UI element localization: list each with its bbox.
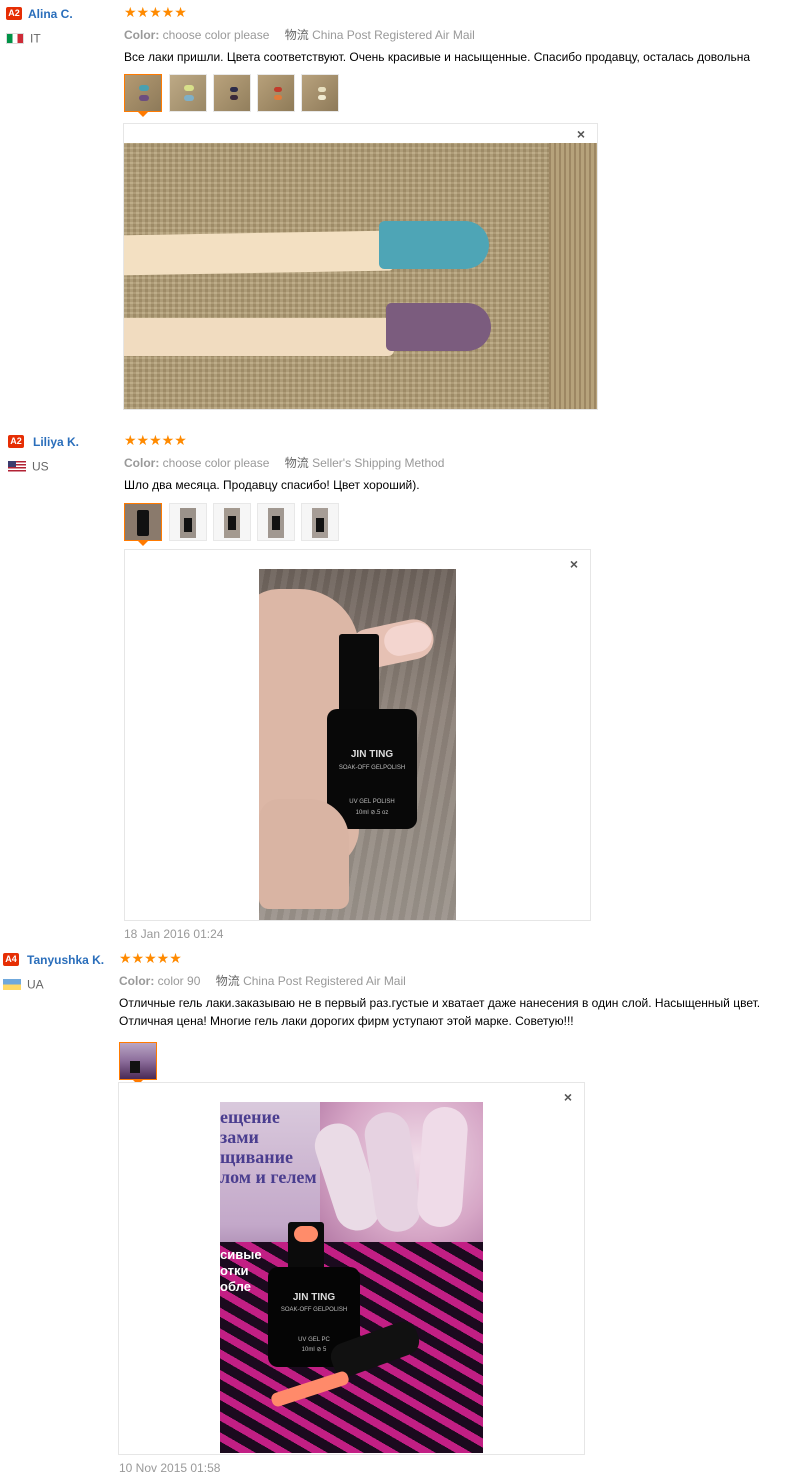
- photo-thumbnail[interactable]: [301, 74, 339, 112]
- buyer-info: A2 Alina C. IT: [6, 5, 121, 45]
- review-content: ★★★★★ Color: choose color please 物流 Chin…: [124, 4, 800, 117]
- review-text: Отличные гель лаки.заказываю не в первый…: [119, 994, 800, 1030]
- review-photo[interactable]: JIN TING SOAK-OFF GELPOLISH UV GEL POLIS…: [259, 569, 456, 920]
- poster-text: ещение: [220, 1107, 280, 1127]
- poster-text: щивание: [220, 1147, 294, 1167]
- review-text: Шло два месяца. Продавцу спасибо! Цвет х…: [124, 478, 420, 492]
- buyer-country: US: [8, 460, 123, 473]
- bottle-label: UV GEL POLISH: [349, 799, 395, 805]
- order-info: Color: color 90 物流 China Post Registered…: [119, 973, 800, 989]
- buyer-level-badge: A2: [8, 435, 24, 449]
- photo-thumbnail[interactable]: [169, 503, 207, 541]
- review-date: 18 Jan 2016 01:24: [124, 927, 224, 941]
- photo-thumbnail[interactable]: [213, 503, 251, 541]
- italy-flag-icon: [6, 33, 24, 45]
- photo-thumbnail[interactable]: [257, 74, 295, 112]
- buyer-info: A2 Liliya K. US: [8, 433, 123, 473]
- shipping-method: Seller's Shipping Method: [312, 456, 445, 470]
- shipping-label: 物流: [284, 28, 309, 42]
- photo-thumbnails: [119, 1042, 800, 1085]
- buyer-level-badge: A2: [6, 7, 22, 21]
- ukraine-flag-icon: [3, 979, 21, 991]
- review-item: A2 Liliya K. US ★★★★★ Color: choose color…: [0, 433, 800, 943]
- review-date: 10 Nov 2015 01:58: [119, 1461, 221, 1475]
- brand-logo: JIN TING: [350, 749, 394, 760]
- buyer-info: A4 Tanyushka K. UA: [3, 951, 118, 991]
- buyer-name[interactable]: Liliya K.: [33, 435, 79, 449]
- close-icon[interactable]: ×: [570, 556, 578, 572]
- photo-thumbnail[interactable]: [124, 503, 162, 541]
- buyer-country: IT: [6, 32, 121, 45]
- buyer-name[interactable]: Alina C.: [28, 7, 73, 21]
- poster-text: лом и гелем: [220, 1167, 317, 1187]
- review-content: ★★★★★ Color: choose color please 物流 Sell…: [124, 432, 800, 546]
- usa-flag-icon: [8, 461, 26, 473]
- review-text-line: Отличная цена! Многие гель лаки дорогих …: [119, 1014, 574, 1028]
- close-icon[interactable]: ×: [577, 126, 585, 142]
- buyer-country: UA: [3, 978, 118, 991]
- bottle-label: SOAK-OFF GELPOLISH: [280, 1307, 348, 1313]
- photo-thumbnail[interactable]: [124, 74, 162, 112]
- color-label: Color:: [124, 28, 160, 42]
- review-text-line: Отличные гель лаки.заказываю не в первый…: [119, 996, 761, 1010]
- shipping-method: China Post Registered Air Mail: [312, 28, 475, 42]
- color-label: Color:: [124, 456, 160, 470]
- photo-thumbnail[interactable]: [119, 1042, 157, 1080]
- buyer-name[interactable]: Tanyushka K.: [27, 953, 104, 967]
- order-info: Color: choose color please 物流 Seller's S…: [124, 455, 800, 471]
- review-item: A2 Alina C. IT ★★★★★ Color: choose color …: [0, 5, 800, 410]
- photo-viewer: ×: [123, 123, 598, 410]
- country-code: US: [32, 459, 49, 474]
- review-content: ★★★★★ Color: color 90 物流 China Post Regi…: [119, 950, 800, 1085]
- photo-thumbnail[interactable]: [257, 503, 295, 541]
- shipping-method: China Post Registered Air Mail: [243, 974, 406, 988]
- color-value: color 90: [157, 974, 201, 988]
- photo-thumbnail[interactable]: [169, 74, 207, 112]
- poster-text: сивые: [220, 1247, 262, 1262]
- photo-thumbnails: [124, 74, 800, 117]
- photo-viewer: × JIN TING SOAK-OFF GELPOLISH UV GEL POL…: [124, 549, 591, 921]
- poster-text: зами: [220, 1127, 259, 1147]
- photo-viewer: × ещение зами щивание лом и гелем сивые …: [118, 1082, 585, 1455]
- shipping-label: 物流: [215, 974, 240, 988]
- photo-thumbnails: [124, 503, 800, 546]
- star-rating: ★★★★★: [119, 950, 182, 966]
- close-icon[interactable]: ×: [564, 1089, 572, 1105]
- review-photo[interactable]: [124, 143, 597, 409]
- star-rating: ★★★★★: [124, 432, 187, 448]
- active-thumbnail-arrow: [138, 112, 148, 117]
- country-code: IT: [30, 31, 41, 46]
- photo-thumbnail[interactable]: [213, 74, 251, 112]
- star-rating: ★★★★★: [124, 4, 187, 20]
- review-text: Все лаки пришли. Цвета соответствуют. Оч…: [124, 50, 751, 64]
- color-label: Color:: [119, 974, 155, 988]
- review-item: A4 Tanyushka K. UA ★★★★★ Color: color 90 …: [0, 951, 800, 1476]
- shipping-label: 物流: [284, 456, 309, 470]
- brand-logo: JIN TING: [292, 1292, 336, 1303]
- buyer-level-badge: A4: [3, 953, 19, 967]
- order-info: Color: choose color please 物流 China Post…: [124, 27, 800, 43]
- active-thumbnail-arrow: [138, 541, 148, 546]
- color-value: choose color please: [162, 28, 270, 42]
- review-photo[interactable]: ещение зами щивание лом и гелем сивые от…: [220, 1102, 483, 1453]
- photo-thumbnail[interactable]: [301, 503, 339, 541]
- country-code: UA: [27, 977, 44, 992]
- color-value: choose color please: [162, 456, 270, 470]
- bottle-label: SOAK-OFF GELPOLISH: [338, 765, 406, 771]
